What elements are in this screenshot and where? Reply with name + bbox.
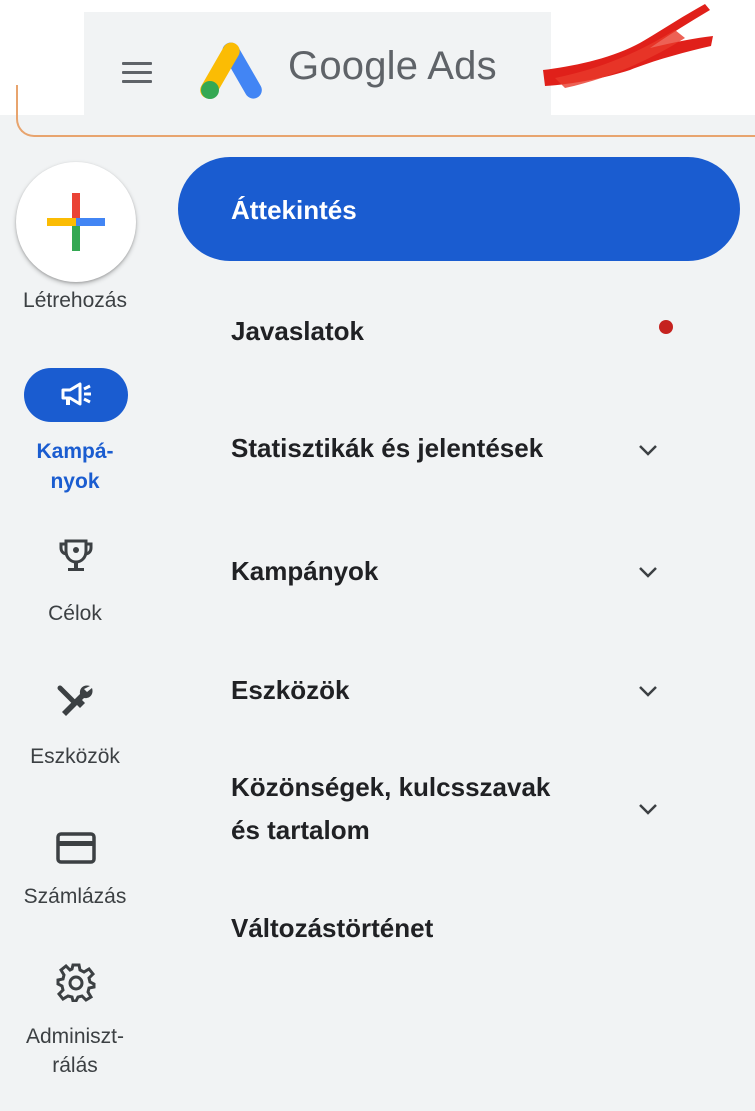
nav-item-overview-label: Áttekintés	[231, 195, 357, 225]
nav-item-campaigns[interactable]: Kampányok	[231, 549, 378, 593]
nav-item-overview[interactable]: Áttekintés	[178, 157, 740, 261]
nav-item-assets[interactable]: Eszközök	[231, 668, 350, 712]
wrench-screwdriver-icon[interactable]	[54, 682, 96, 720]
chevron-down-icon[interactable]	[638, 444, 658, 456]
create-label: Létrehozás	[23, 289, 127, 312]
nav-item-change-history[interactable]: Változástörténet	[231, 906, 433, 950]
admin-rail-label-2: rálás	[52, 1054, 98, 1077]
admin-rail-label-1: Adminiszt-	[25, 1025, 125, 1048]
campaigns-rail-label-2: nyok	[50, 470, 100, 493]
hamburger-menu-icon[interactable]	[122, 62, 152, 84]
gear-icon[interactable]	[56, 962, 96, 1002]
campaigns-rail-button[interactable]	[24, 368, 128, 422]
header-border-line	[16, 85, 755, 137]
billing-rail-label: Számlázás	[23, 885, 127, 908]
nav-item-audiences-line2[interactable]: és tartalom	[231, 808, 370, 852]
nav-item-recommendations[interactable]: Javaslatok	[231, 309, 364, 353]
trophy-icon[interactable]	[58, 538, 94, 574]
goals-rail-label: Célok	[48, 602, 102, 625]
create-button[interactable]	[16, 162, 136, 282]
megaphone-icon	[61, 382, 91, 406]
chevron-down-icon[interactable]	[638, 685, 658, 697]
nav-item-audiences-line1[interactable]: Közönségek, kulcsszavak	[231, 765, 550, 809]
credit-card-icon[interactable]	[56, 832, 96, 864]
tools-rail-label: Eszközök	[30, 745, 120, 768]
brand-google: Google	[288, 44, 419, 88]
chevron-down-icon[interactable]	[638, 803, 658, 815]
product-name: Google Ads	[288, 44, 497, 89]
chevron-down-icon[interactable]	[638, 566, 658, 578]
campaigns-rail-label-1: Kampá-	[36, 440, 114, 463]
brand-ads: Ads	[427, 44, 497, 88]
notification-dot	[659, 320, 673, 334]
nav-item-insights-reports[interactable]: Statisztikák és jelentések	[231, 426, 543, 470]
